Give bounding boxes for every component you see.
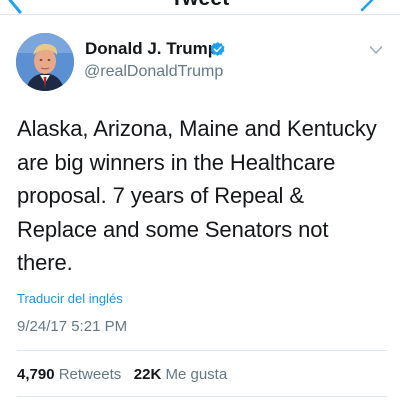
- likes-stat[interactable]: 22K Me gusta: [134, 366, 227, 383]
- page-title: Tweet: [0, 0, 400, 11]
- timestamp: 9/24/17 5:21 PM: [17, 318, 128, 335]
- likes-count: 22K: [133, 366, 162, 383]
- retweets-label: Retweets: [58, 366, 122, 383]
- avatar[interactable]: [16, 33, 74, 91]
- tweet-text: Alaska, Arizona, Maine and Kentucky are …: [17, 116, 377, 275]
- likes-label: Me gusta: [165, 366, 228, 383]
- translate-link[interactable]: Traducir del inglés: [17, 291, 123, 306]
- divider: [17, 396, 387, 397]
- chevron-down-icon[interactable]: [369, 45, 383, 55]
- retweets-count: 4,790: [17, 366, 55, 383]
- compose-icon[interactable]: [358, 0, 386, 14]
- verified-badge-icon: [210, 42, 225, 56]
- display-name[interactable]: Donald J. Trump: [85, 39, 218, 59]
- tweet-stats: 4,790 Retweets 22K Me gusta: [17, 366, 227, 383]
- user-handle[interactable]: @realDonaldTrump: [84, 63, 223, 81]
- navigation-bar: Tweet: [0, 0, 400, 15]
- divider: [17, 350, 387, 351]
- retweets-stat[interactable]: 4,790 Retweets: [17, 366, 125, 383]
